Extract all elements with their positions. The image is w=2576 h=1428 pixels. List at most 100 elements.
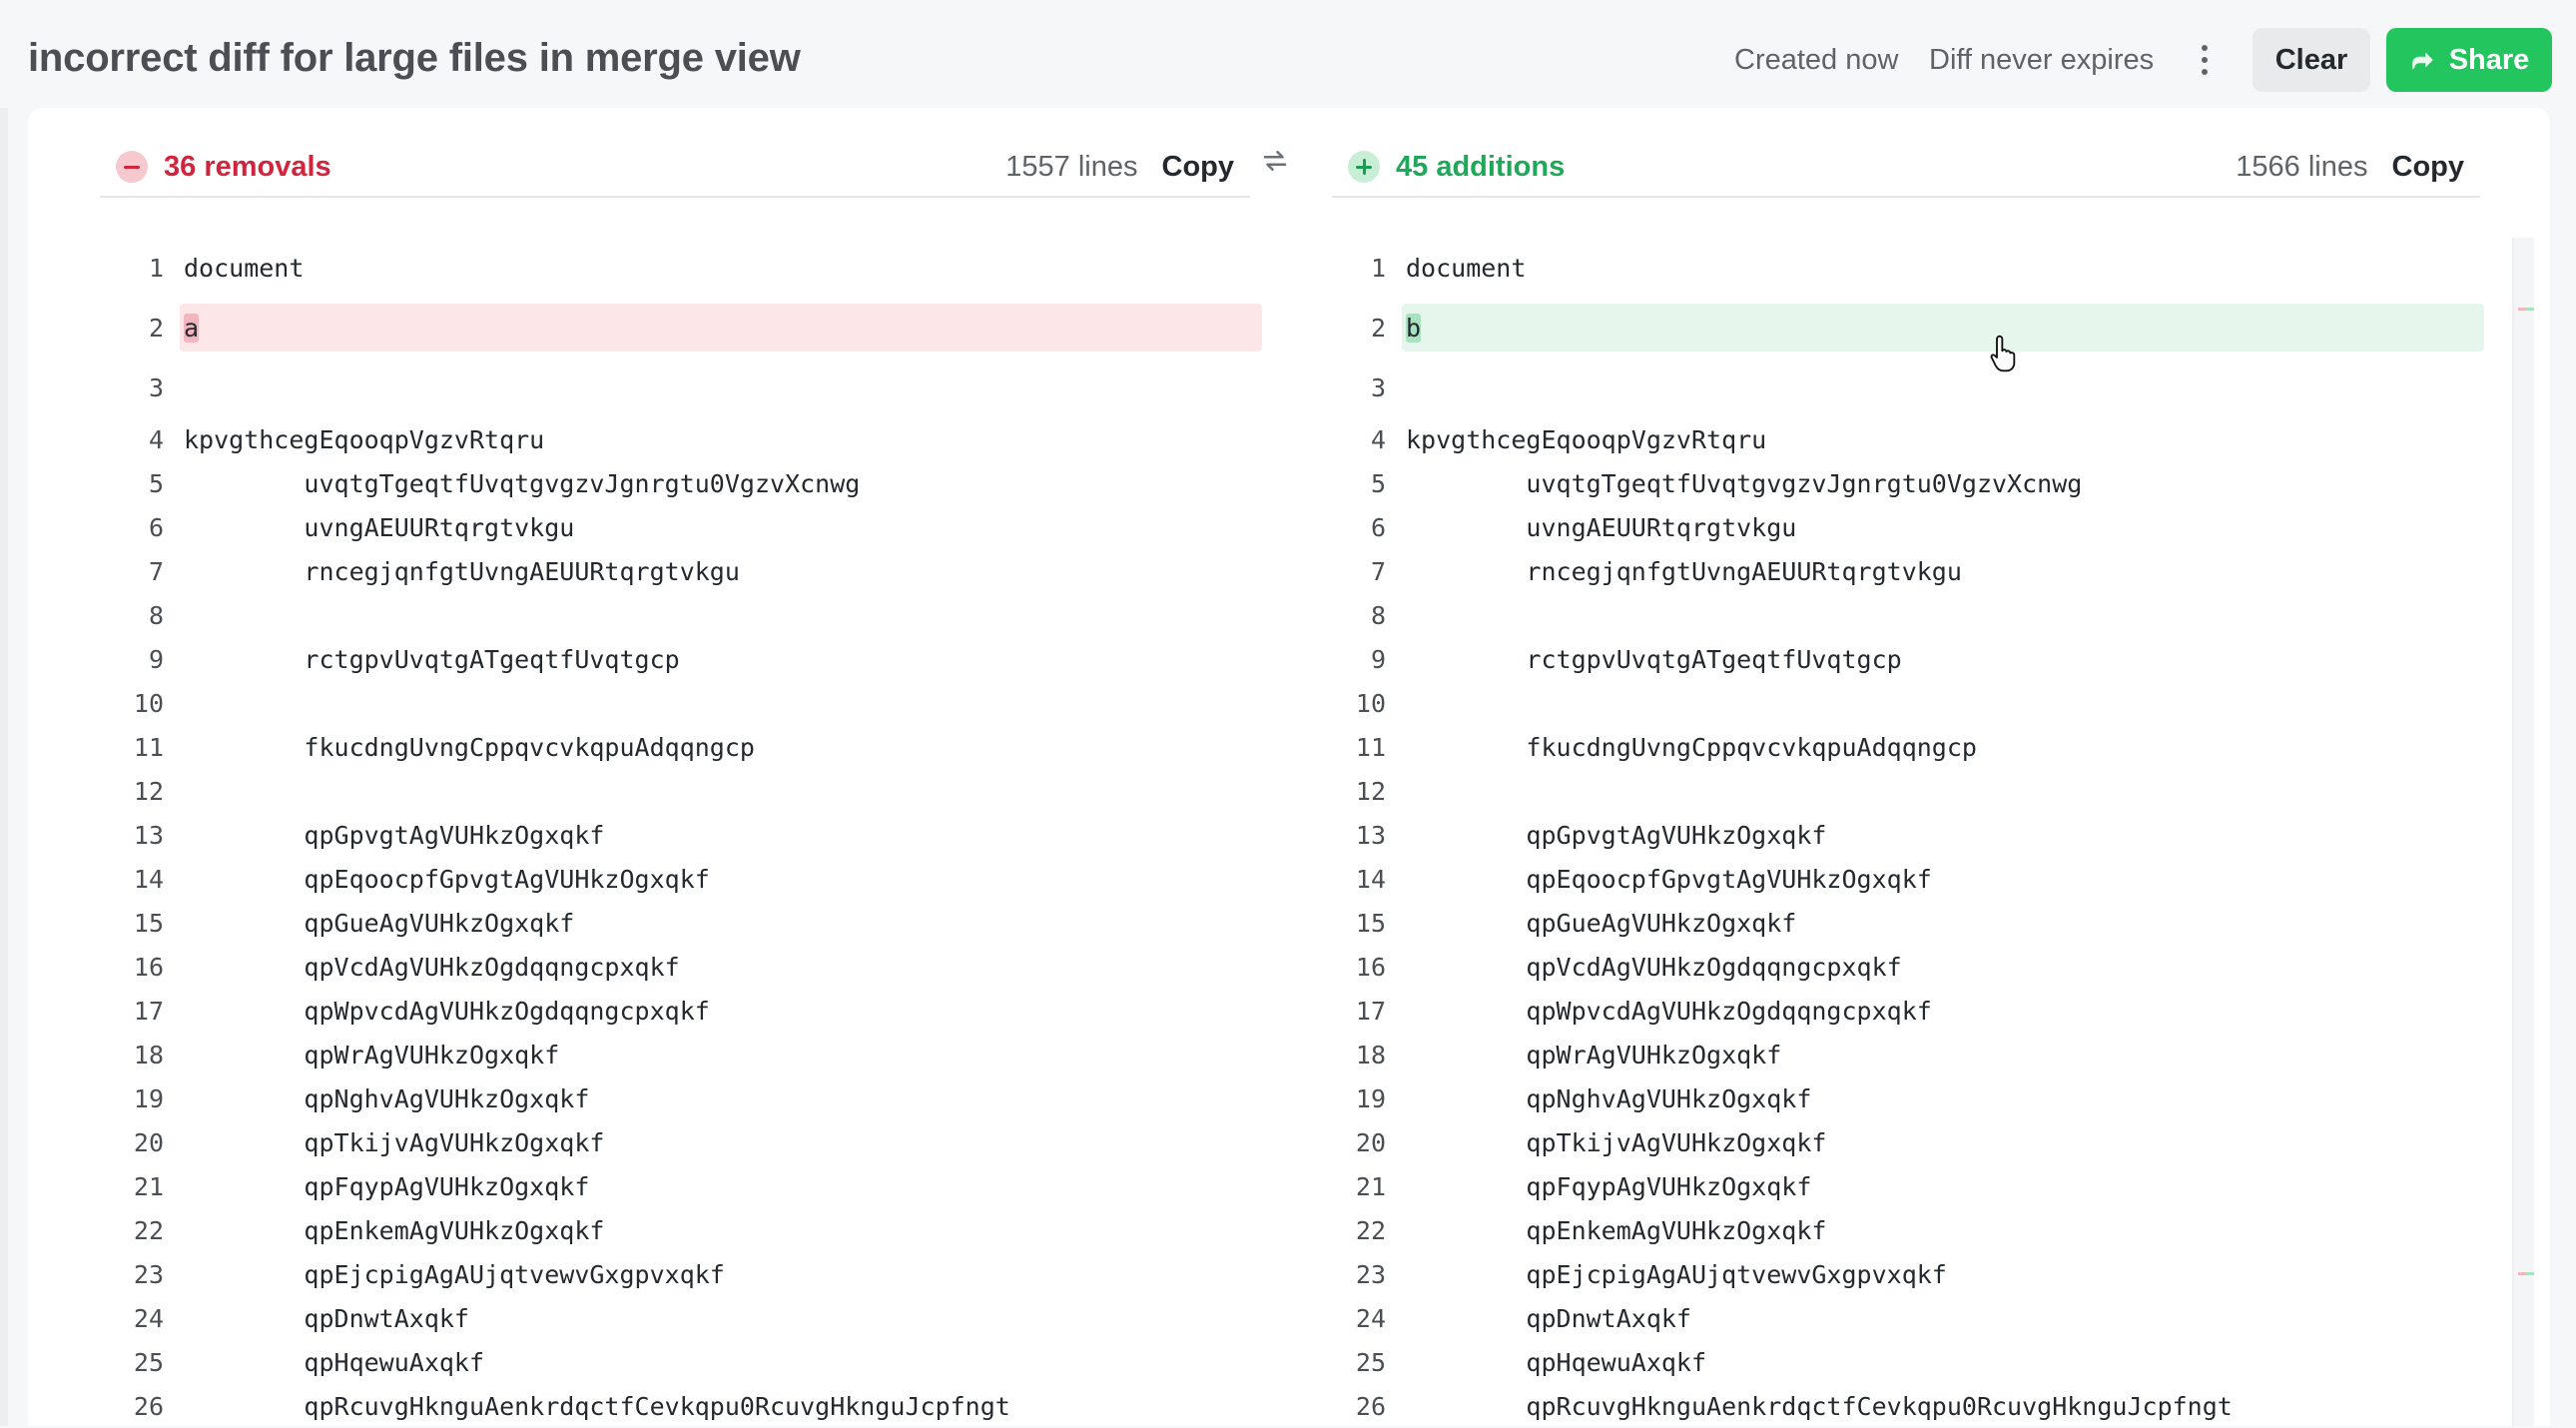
line-number: 1 — [1370, 253, 1386, 283]
line-number: 21 — [1355, 1171, 1386, 1201]
line-number: 14 — [133, 864, 164, 894]
code-line: 26 qpRcuvgHknguAenkrdqctfCevkqpu0RcuvgHk… — [1326, 1384, 2480, 1428]
line-number: 13 — [133, 820, 164, 850]
line-number: 20 — [1355, 1127, 1386, 1157]
code-line: 17 qpWpvcdAgVUHkzOgdqqngcpxqkf — [1326, 989, 2480, 1033]
code-line: 8 — [104, 593, 1258, 637]
code-line: 3 — [104, 357, 1258, 417]
removals-header: 36 removals 1557 lines Copy — [100, 138, 1250, 198]
code-line: 8 — [1326, 593, 2480, 637]
code-line: 2a — [104, 298, 1262, 357]
left-scroll-rail — [0, 108, 8, 1426]
line-number: 3 — [148, 372, 164, 402]
line-number: 25 — [133, 1347, 164, 1377]
line-number: 10 — [1355, 688, 1386, 718]
code-line: 20 qpTkijvAgVUHkzOgxqkf — [1326, 1120, 2480, 1164]
line-code: qpRcuvgHknguAenkrdqctfCevkqpu0RcuvgHkngu… — [184, 1391, 1010, 1421]
line-number: 12 — [1355, 776, 1386, 806]
copy-left-button[interactable]: Copy — [1162, 151, 1235, 184]
line-code: qpEqoocpfGpvgtAgVUHkzOgxqkf — [184, 864, 710, 894]
code-line: 14 qpEqoocpfGpvgtAgVUHkzOgxqkf — [1326, 857, 2480, 901]
line-number: 8 — [148, 600, 164, 630]
code-line: 1 document — [104, 238, 1258, 298]
line-code: uvqtgTgeqtfUvqtgvgzvJgnrgtu0VgzvXcnwg — [184, 468, 861, 498]
line-code: document — [184, 253, 305, 283]
code-line: 23 qpEjcpigAgAUjqtvewvGxgpvxqkf — [104, 1252, 1258, 1296]
expiry-status[interactable]: Diff never expires — [1929, 44, 2154, 77]
line-number: 5 — [148, 468, 164, 498]
more-options-icon[interactable] — [2187, 32, 2223, 88]
code-line: 7 rncegjqnfgtUvngAEUURtqrgtvkgu — [104, 549, 1258, 593]
line-code: qpNghvAgVUHkzOgxqkf — [184, 1083, 590, 1113]
code-line: 26 qpRcuvgHknguAenkrdqctfCevkqpu0RcuvgHk… — [104, 1384, 1258, 1428]
right-lines-count: 1566 lines — [2236, 150, 2368, 183]
line-code: qpTkijvAgVUHkzOgxqkf — [184, 1127, 605, 1157]
code-line: 1 document — [1326, 238, 2480, 298]
code-line: 23 qpEjcpigAgAUjqtvewvGxgpvxqkf — [1326, 1252, 2480, 1296]
line-number: 2 — [148, 313, 164, 343]
removed-line-highlight — [180, 304, 1262, 352]
code-line: 10 — [1326, 681, 2480, 725]
plus-circle-icon — [1348, 151, 1380, 183]
line-code: qpWpvcdAgVUHkzOgdqqngcpxqkf — [184, 996, 710, 1026]
code-line: 21 qpFqypAgVUHkzOgxqkf — [1326, 1164, 2480, 1208]
copy-right-button[interactable]: Copy — [2392, 151, 2465, 184]
line-code: rctgpvUvqtgATgeqtfUvqtgcp — [1406, 644, 1902, 674]
line-code: qpVcdAgVUHkzOgdqqngcpxqkf — [1406, 952, 1902, 982]
line-code: qpFqypAgVUHkzOgxqkf — [184, 1171, 590, 1201]
line-code: kpvgthcegEqooqpVgzvRtqru — [1406, 424, 1767, 454]
code-line: 7 rncegjqnfgtUvngAEUURtqrgtvkgu — [1326, 549, 2480, 593]
line-code: qpGpvgtAgVUHkzOgxqkf — [184, 820, 605, 850]
code-line: 24 qpDnwtAxqkf — [104, 1296, 1258, 1340]
line-number: 22 — [1355, 1215, 1386, 1245]
line-number: 18 — [1355, 1040, 1386, 1070]
line-number: 20 — [133, 1127, 164, 1157]
changed-code: 1 document 2 b 3 4 kpvgthcegEqooqpVgzvRtqru 5 u… — [1326, 238, 2484, 1428]
line-number: 17 — [1355, 996, 1386, 1026]
line-number: 11 — [1355, 732, 1386, 762]
code-line: 17 qpWpvcdAgVUHkzOgdqqngcpxqkf — [104, 989, 1258, 1033]
line-number: 6 — [1370, 512, 1386, 542]
line-number: 3 — [1370, 372, 1386, 402]
line-number: 16 — [1355, 952, 1386, 982]
code-line: 16 qpVcdAgVUHkzOgdqqngcpxqkf — [104, 945, 1258, 989]
line-number: 15 — [1355, 908, 1386, 938]
line-code: qpDnwtAxqkf — [1406, 1303, 1691, 1333]
removed-text: a — [184, 313, 200, 343]
code-line: 5 uvqtgTgeqtfUvqtgvgzvJgnrgtu0VgzvXcnwg — [104, 461, 1258, 505]
removals-count: 36 removals — [164, 150, 331, 183]
line-code: qpVcdAgVUHkzOgdqqngcpxqkf — [184, 952, 680, 982]
code-line: 15 qpGueAgVUHkzOgxqkf — [1326, 901, 2480, 945]
share-button[interactable]: Share — [2386, 28, 2552, 92]
clear-button[interactable]: Clear — [2253, 28, 2370, 92]
line-number: 5 — [1370, 468, 1386, 498]
line-code: qpWrAgVUHkzOgxqkf — [184, 1040, 560, 1070]
code-line: 10 — [104, 681, 1258, 725]
hand-cursor-icon — [1990, 335, 2016, 372]
line-code: qpGueAgVUHkzOgxqkf — [184, 908, 575, 938]
line-code: qpHqewuAxqkf — [184, 1347, 485, 1377]
code-line: 20 qpTkijvAgVUHkzOgxqkf — [104, 1120, 1258, 1164]
line-code: a — [184, 313, 200, 343]
code-line: 25 qpHqewuAxqkf — [1326, 1340, 2480, 1384]
line-number: 15 — [133, 908, 164, 938]
swap-sides-icon[interactable] — [1260, 146, 1290, 176]
line-number: 13 — [1355, 820, 1386, 850]
code-line: 19 qpNghvAgVUHkzOgxqkf — [1326, 1076, 2480, 1120]
line-code: uvngAEUURtqrgtvkgu — [184, 512, 575, 542]
code-line: 2b — [1326, 298, 2484, 357]
line-number: 1 — [148, 253, 164, 283]
code-line: 14 qpEqoocpfGpvgtAgVUHkzOgxqkf — [104, 857, 1258, 901]
diff-minimap[interactable] — [2512, 238, 2534, 1426]
line-number: 11 — [133, 732, 164, 762]
top-bar: incorrect diff for large files in merge … — [0, 0, 2576, 112]
code-line: 18 qpWrAgVUHkzOgxqkf — [1326, 1033, 2480, 1076]
created-status: Created now — [1734, 44, 1899, 76]
added-line-highlight — [1402, 304, 2484, 352]
share-icon — [2411, 52, 2433, 70]
line-code: fkucdngUvngCppqvcvkqpuAdqqngcp — [1406, 732, 1977, 762]
line-number: 6 — [148, 512, 164, 542]
line-number: 18 — [133, 1040, 164, 1070]
page-title: incorrect diff for large files in merge … — [28, 36, 801, 80]
line-number: 26 — [133, 1391, 164, 1421]
